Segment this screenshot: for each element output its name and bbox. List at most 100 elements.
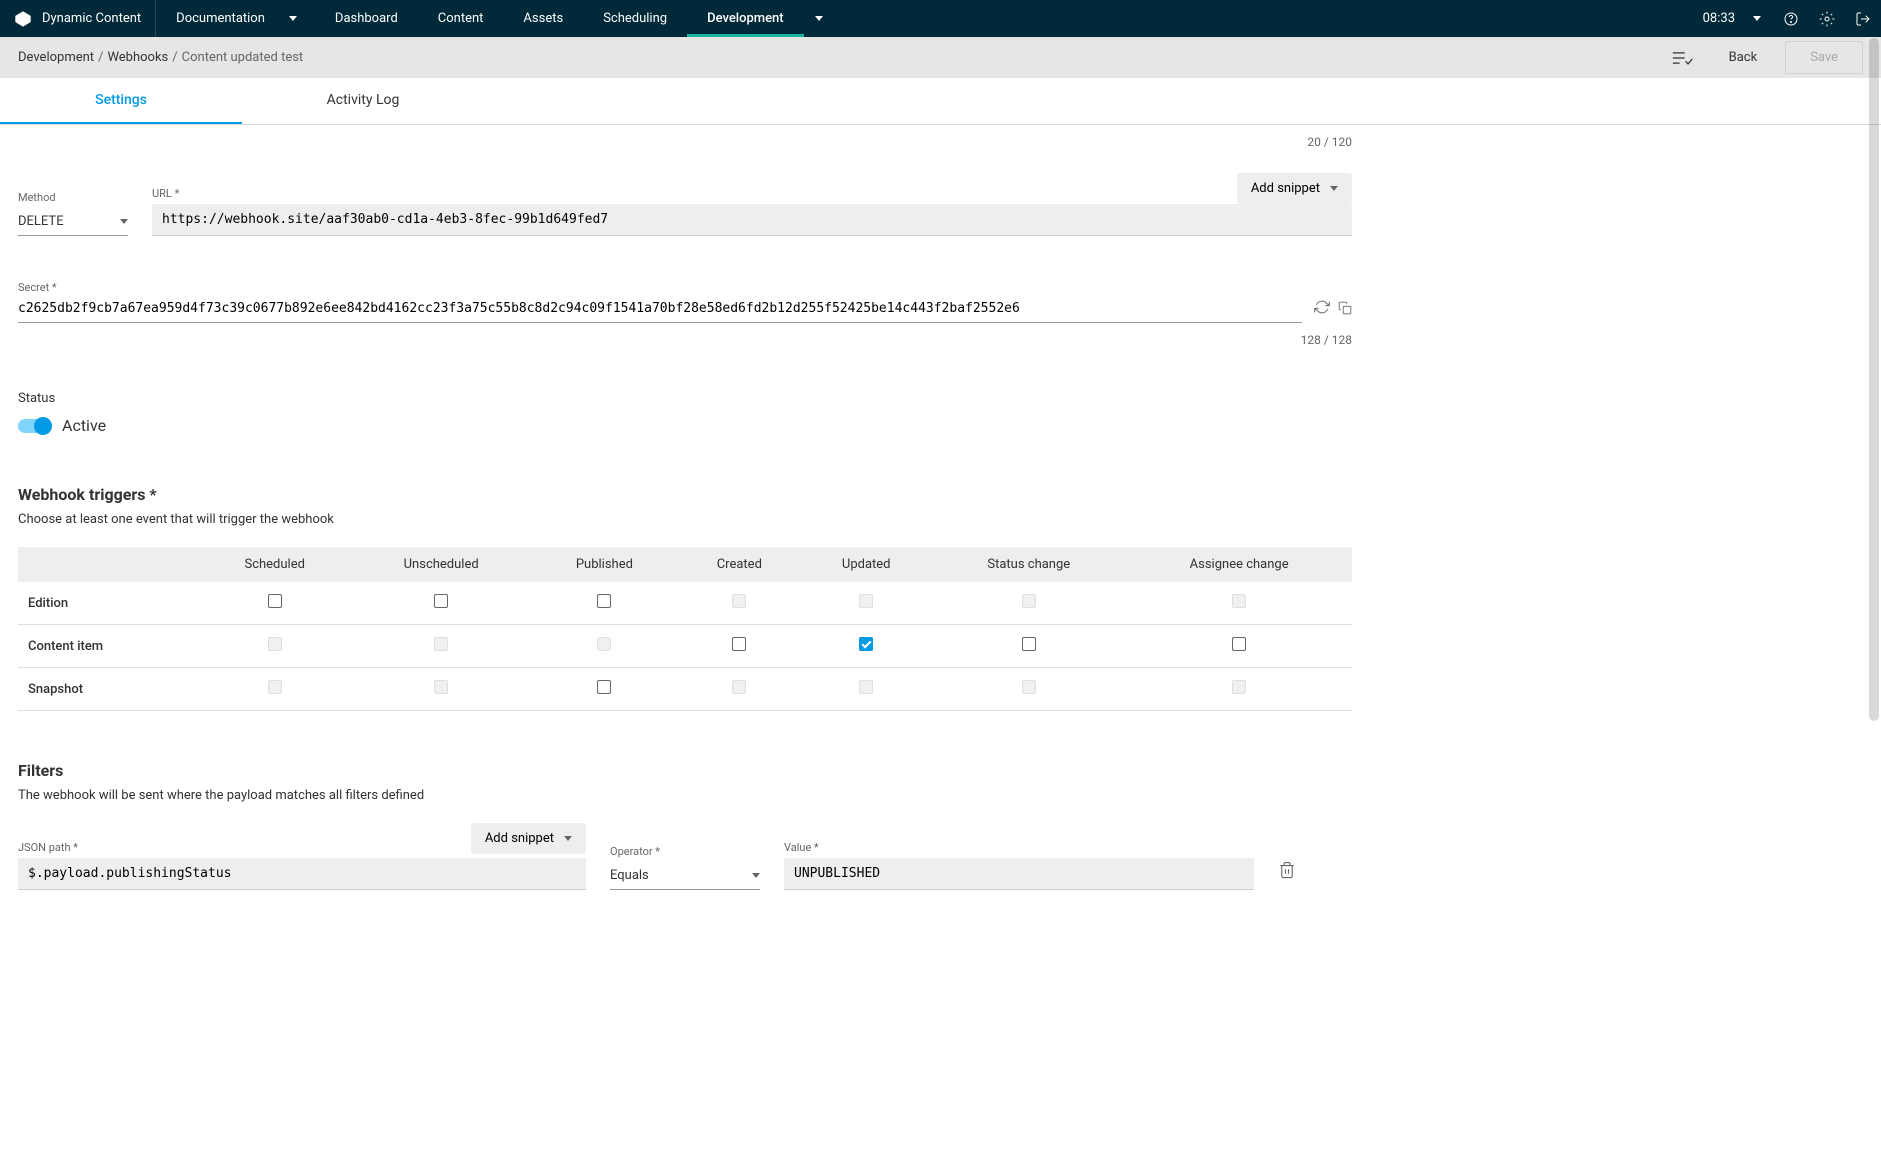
chevron-down-icon <box>815 16 823 21</box>
trigger-checkbox <box>597 637 611 651</box>
trigger-checkbox <box>1232 680 1246 694</box>
chevron-down-icon <box>752 873 760 878</box>
url-field: URL * Add snippet <box>152 173 1352 236</box>
triggers-col-status-change: Status change <box>931 547 1126 582</box>
triggers-heading: Webhook triggers * <box>18 485 1352 504</box>
trigger-checkbox[interactable] <box>732 637 746 651</box>
add-snippet-button[interactable]: Add snippet <box>1237 173 1352 204</box>
method-field: Method DELETE <box>18 191 128 236</box>
triggers-col-unscheduled: Unscheduled <box>351 547 531 582</box>
chevron-down-icon <box>120 219 128 224</box>
table-row: Content item <box>18 625 1352 668</box>
logout-button[interactable] <box>1845 1 1881 37</box>
tab-activity-log[interactable]: Activity Log <box>242 78 484 124</box>
nav-development[interactable]: Development <box>687 0 804 37</box>
value-input[interactable] <box>784 858 1254 890</box>
trigger-row-label: Content item <box>18 625 198 668</box>
filters-sub: The webhook will be sent where the paylo… <box>18 788 1352 803</box>
scrollbar[interactable] <box>1869 37 1879 1176</box>
add-snippet-filter-button[interactable]: Add snippet <box>471 823 586 854</box>
nav-scheduling[interactable]: Scheduling <box>583 0 687 37</box>
nav-more-dropdown[interactable] <box>804 0 834 37</box>
trigger-checkbox <box>434 680 448 694</box>
trigger-checkbox <box>268 680 282 694</box>
trigger-checkbox[interactable] <box>434 594 448 608</box>
brand-name: Dynamic Content <box>42 11 141 26</box>
breadcrumb-bar: Development / Webhooks / Content updated… <box>0 37 1881 78</box>
back-button[interactable]: Back <box>1713 42 1774 73</box>
filter-row: JSON path * Add snippet Operator * Equal… <box>18 823 1352 890</box>
toggle-knob <box>34 417 52 435</box>
regenerate-secret-button[interactable] <box>1314 299 1330 319</box>
trigger-checkbox[interactable] <box>1022 637 1036 651</box>
status-row: Active <box>18 416 1352 435</box>
gear-icon <box>1819 11 1835 27</box>
time-dropdown[interactable]: 08:33 <box>1691 11 1773 26</box>
scrollbar-thumb[interactable] <box>1869 38 1879 721</box>
trigger-checkbox <box>1022 680 1036 694</box>
breadcrumb-parent[interactable]: Webhooks <box>107 50 168 65</box>
breadcrumb-actions: Back Save <box>1665 40 1863 76</box>
delete-filter-button[interactable] <box>1278 860 1296 884</box>
url-char-counter: 20 / 120 <box>18 135 1352 149</box>
nav-assets[interactable]: Assets <box>503 0 583 37</box>
documentation-dropdown[interactable]: Documentation <box>156 0 315 37</box>
method-label: Method <box>18 191 128 204</box>
documentation-label: Documentation <box>176 11 265 26</box>
triggers-col-published: Published <box>531 547 677 582</box>
tab-settings[interactable]: Settings <box>0 78 242 124</box>
help-icon <box>1783 11 1799 27</box>
help-button[interactable] <box>1773 1 1809 37</box>
time-value: 08:33 <box>1703 11 1735 26</box>
nav-tabs: Dashboard Content Assets Scheduling Deve… <box>315 0 834 37</box>
status-label: Status <box>18 391 55 406</box>
triggers-table: Scheduled Unscheduled Published Created … <box>18 547 1352 711</box>
url-label: URL * <box>152 187 179 200</box>
nav-dashboard[interactable]: Dashboard <box>315 0 418 37</box>
brand: Dynamic Content <box>0 0 156 37</box>
status-toggle[interactable] <box>18 419 50 433</box>
triggers-col-scheduled: Scheduled <box>198 547 351 582</box>
trigger-checkbox[interactable] <box>268 594 282 608</box>
chevron-down-icon <box>1330 186 1338 191</box>
url-input[interactable] <box>152 204 1352 236</box>
nav-right: 08:33 <box>1691 0 1881 37</box>
trigger-checkbox <box>859 680 873 694</box>
trigger-checkbox <box>1232 594 1246 608</box>
url-row: Method DELETE URL * Add snippet <box>18 173 1352 236</box>
list-check-icon <box>1672 50 1694 66</box>
page-tabs: Settings Activity Log <box>0 78 1881 125</box>
breadcrumb: Development / Webhooks / Content updated… <box>18 50 303 65</box>
operator-select[interactable]: Equals <box>610 862 760 890</box>
breadcrumb-root[interactable]: Development <box>18 50 94 65</box>
secret-input[interactable] <box>18 295 1302 323</box>
trash-icon <box>1278 860 1296 880</box>
copy-secret-button[interactable] <box>1338 300 1352 319</box>
table-row: Snapshot <box>18 668 1352 711</box>
breadcrumb-separator: / <box>172 50 177 65</box>
trigger-row-label: Snapshot <box>18 668 198 711</box>
value-label: Value * <box>784 841 1254 854</box>
triggers-col-assignee-change: Assignee change <box>1126 547 1352 582</box>
copy-icon <box>1338 301 1352 315</box>
trigger-checkbox[interactable] <box>597 594 611 608</box>
nav-content[interactable]: Content <box>418 0 504 37</box>
triggers-sub: Choose at least one event that will trig… <box>18 512 1352 527</box>
operator-value: Equals <box>610 868 649 883</box>
jsonpath-input[interactable] <box>18 858 586 890</box>
list-check-button[interactable] <box>1665 40 1701 76</box>
trigger-checkbox[interactable] <box>597 680 611 694</box>
trigger-checkbox[interactable] <box>1232 637 1246 651</box>
trigger-checkbox[interactable] <box>859 637 873 651</box>
triggers-col-blank <box>18 547 198 582</box>
trigger-checkbox <box>434 637 448 651</box>
content: 20 / 120 Method DELETE URL * Add snippet… <box>0 135 1370 930</box>
secret-section: Secret * 128 / 128 <box>18 276 1352 347</box>
method-select[interactable]: DELETE <box>18 208 128 236</box>
table-row: Edition <box>18 582 1352 625</box>
brand-logo-icon <box>14 10 32 28</box>
chevron-down-icon <box>289 16 297 21</box>
jsonpath-field: JSON path * Add snippet <box>18 823 586 890</box>
trigger-checkbox <box>1022 594 1036 608</box>
settings-button[interactable] <box>1809 1 1845 37</box>
